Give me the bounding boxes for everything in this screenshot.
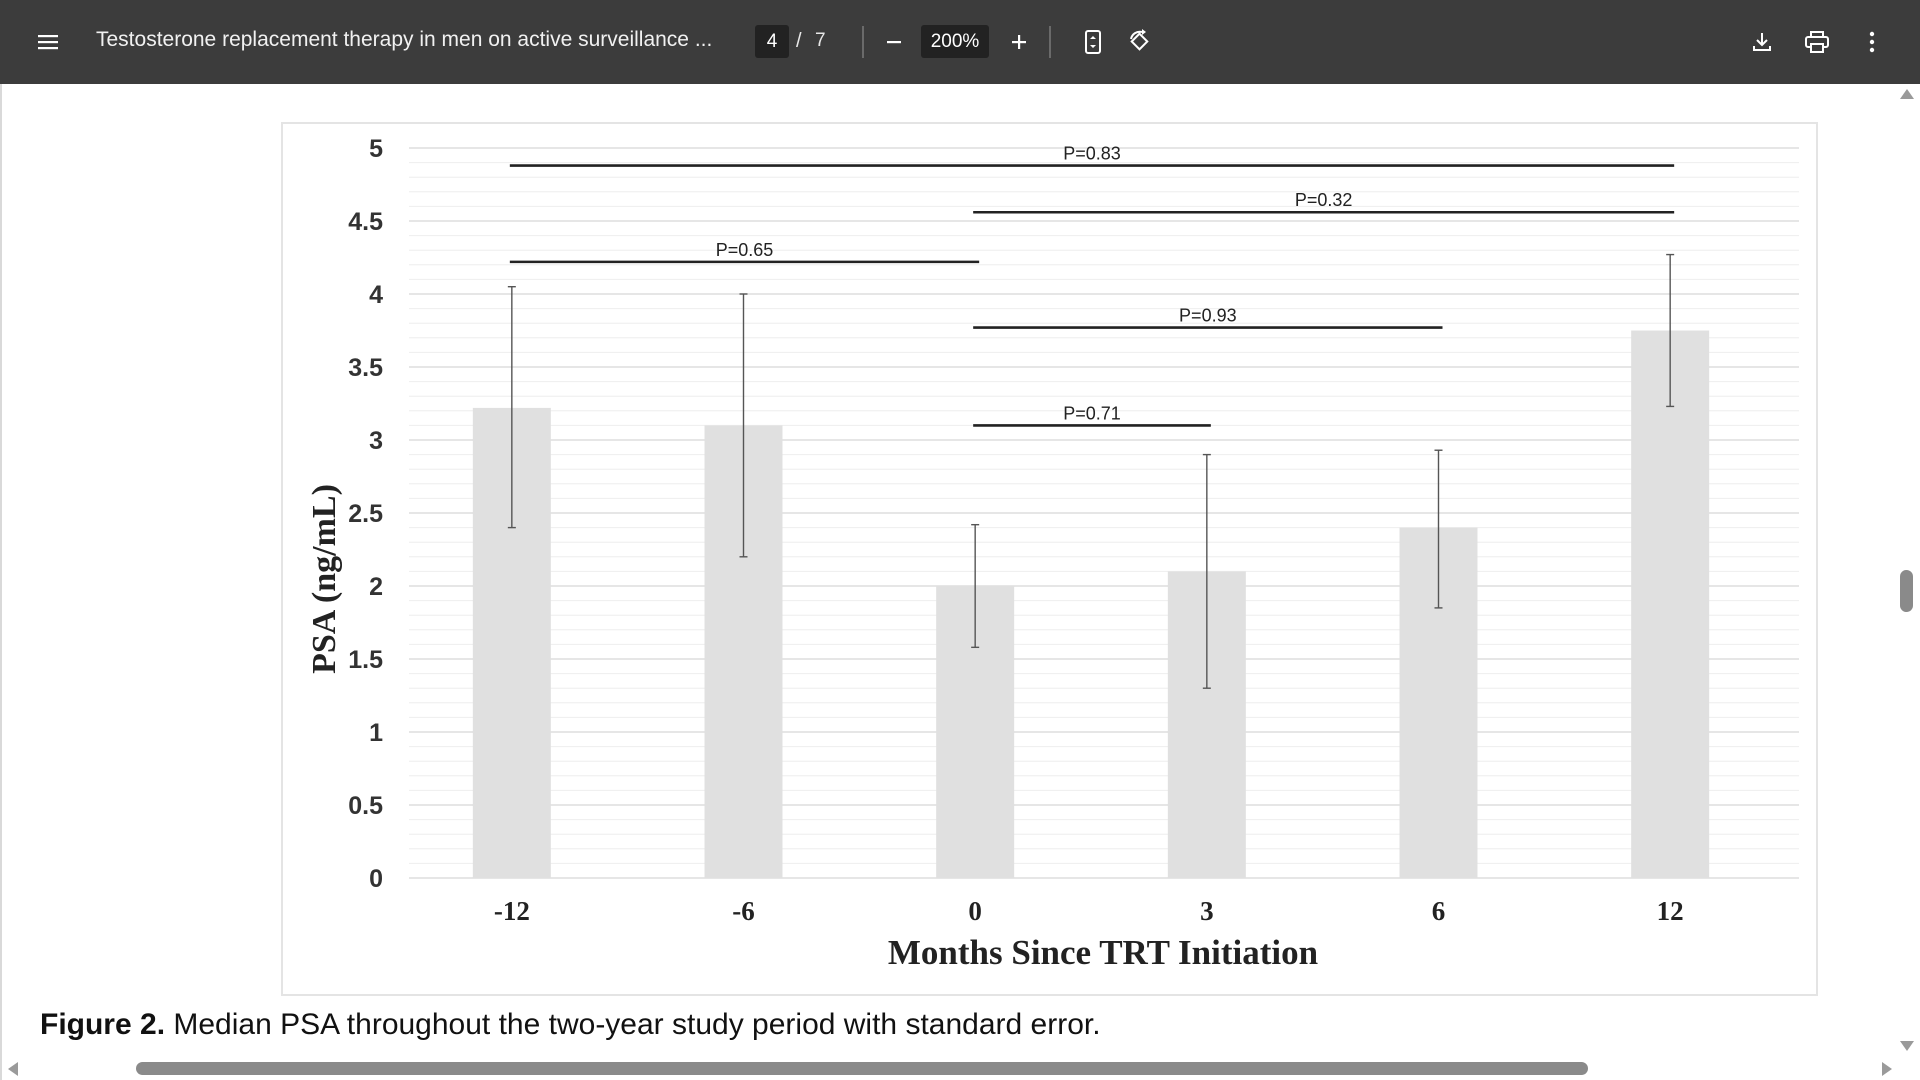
p-value-label: P=0.65 (716, 240, 774, 260)
scroll-right-arrow-icon[interactable] (1882, 1062, 1892, 1076)
p-value-label: P=0.93 (1179, 306, 1237, 326)
bar (1631, 330, 1710, 878)
scroll-up-arrow-icon[interactable] (1900, 89, 1914, 99)
x-tick-label: 0 (968, 896, 982, 926)
scroll-left-arrow-icon[interactable] (8, 1062, 18, 1076)
total-pages: 7 (815, 30, 826, 51)
toolbar-divider (862, 26, 864, 58)
y-tick-label: 3.5 (348, 354, 383, 382)
y-tick-label: 1.5 (348, 646, 383, 674)
p-value-label: P=0.32 (1295, 190, 1353, 210)
y-tick-label: 4 (369, 281, 383, 309)
print-icon[interactable] (1801, 26, 1833, 58)
pdf-toolbar: Testosterone replacement therapy in men … (0, 0, 1920, 84)
x-tick-label: 12 (1657, 896, 1684, 926)
vertical-scrollbar-thumb[interactable] (1900, 570, 1913, 612)
rotate-icon[interactable] (1124, 26, 1156, 58)
zoom-out-icon[interactable] (878, 26, 910, 58)
document-title: Testosterone replacement therapy in men … (96, 28, 713, 51)
y-tick-label: 3 (369, 427, 383, 455)
download-icon[interactable] (1746, 26, 1778, 58)
y-tick-label: 4.5 (348, 208, 383, 236)
y-tick-label: 1 (369, 719, 383, 747)
page-separator: / (796, 30, 802, 52)
x-axis-label: Months Since TRT Initiation (888, 933, 1318, 972)
horizontal-scrollbar-thumb[interactable] (136, 1062, 1588, 1075)
fit-page-icon[interactable] (1077, 26, 1109, 58)
y-tick-label: 5 (369, 135, 383, 163)
x-tick-label: 6 (1432, 896, 1446, 926)
y-tick-label: 0 (369, 865, 383, 893)
p-value-label: P=0.71 (1063, 403, 1121, 423)
y-tick-label: 0.5 (348, 792, 383, 820)
caption-label: Figure 2. (40, 1008, 166, 1041)
page-number-input[interactable]: 4 (755, 25, 789, 58)
x-tick-label: 3 (1200, 896, 1214, 926)
y-axis-label: PSA (ng/mL) (306, 484, 343, 674)
y-tick-label: 2 (369, 573, 383, 601)
psa-bar-chart: P=0.83 P=0.32 P=0.65 P=0.93 P=0.71 0 0.5 1 1.5 2… (306, 135, 1799, 972)
figure-caption: Figure 2. Median PSA throughout the two-… (40, 1008, 1101, 1042)
figure-frame: P=0.83 P=0.32 P=0.65 P=0.93 P=0.71 0 0.5 1 1.5 2… (281, 122, 1818, 996)
x-tick-label: -12 (494, 896, 530, 926)
menu-icon[interactable] (28, 22, 68, 62)
zoom-level-input[interactable]: 200% (921, 25, 989, 58)
more-vert-icon[interactable] (1856, 26, 1888, 58)
zoom-in-icon[interactable] (1003, 26, 1035, 58)
page-edge (0, 84, 2, 1080)
toolbar-divider (1049, 26, 1051, 58)
y-tick-label: 2.5 (348, 500, 383, 528)
x-tick-label: -6 (732, 896, 755, 926)
p-value-label: P=0.83 (1063, 144, 1121, 164)
scroll-down-arrow-icon[interactable] (1900, 1041, 1914, 1051)
caption-text: Median PSA throughout the two-year study… (165, 1008, 1101, 1041)
